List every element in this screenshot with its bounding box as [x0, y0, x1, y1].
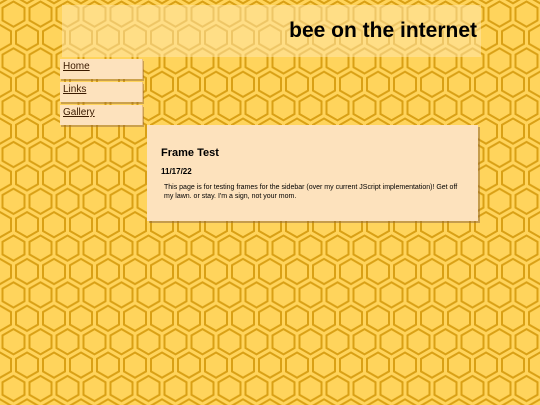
site-header: bee on the internet [62, 5, 481, 57]
sidebar-item-gallery[interactable]: Gallery [60, 105, 143, 125]
sidebar-nav: Home Links Gallery [60, 59, 143, 128]
post-panel: Frame Test 11/17/22 This page is for tes… [147, 125, 478, 221]
sidebar-item-home[interactable]: Home [60, 59, 143, 79]
site-title: bee on the internet [289, 19, 477, 42]
post-body: This page is for testing frames for the … [164, 184, 458, 200]
post-title: Frame Test [161, 147, 219, 159]
post-date: 11/17/22 [161, 167, 192, 176]
sidebar-item-links[interactable]: Links [60, 82, 143, 102]
